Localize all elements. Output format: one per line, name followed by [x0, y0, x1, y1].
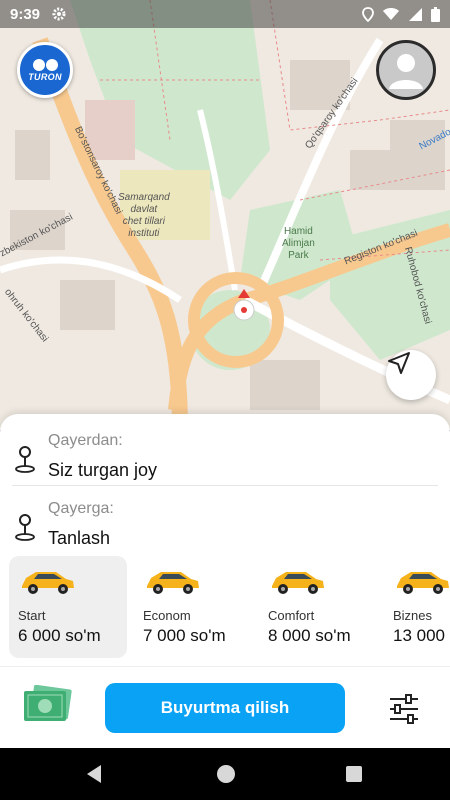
- battery-icon: [431, 6, 440, 22]
- tariff-price: 8 000 so'm: [268, 626, 351, 645]
- recents-icon[interactable]: [346, 766, 362, 782]
- location-icon: [362, 6, 374, 22]
- map-pin-icon: [15, 514, 35, 541]
- my-location-button[interactable]: [386, 350, 436, 400]
- system-nav-bar: [0, 748, 450, 800]
- tariff-start[interactable]: Start 6 000 so'm: [9, 556, 127, 658]
- status-time: 9:39: [10, 5, 41, 23]
- tariff-price: 13 000 so'm: [393, 626, 450, 645]
- home-icon[interactable]: [217, 765, 235, 783]
- filter-sliders-icon[interactable]: [386, 693, 422, 725]
- pickup-field[interactable]: Qayerdan: Siz turgan joy: [0, 420, 450, 490]
- destination-field[interactable]: Qayerga: Tanlash: [0, 488, 450, 558]
- divider: [12, 485, 438, 486]
- map-view[interactable]: Bo'stonsaroy ko'chasi zbekiston ko'chasi…: [0, 0, 450, 430]
- app-logo[interactable]: TURON: [17, 42, 73, 98]
- back-icon[interactable]: [85, 764, 103, 784]
- tariff-name: Comfort: [268, 608, 315, 623]
- profile-avatar-button[interactable]: [376, 40, 436, 100]
- map-pin-icon: [15, 446, 35, 473]
- status-bar: 9:39: [0, 0, 450, 28]
- tariff-econom[interactable]: Econom 7 000 so'm: [134, 556, 252, 658]
- tariff-name: Biznes: [393, 608, 433, 623]
- taxi-car-icon: [272, 572, 324, 594]
- tariff-name: Start: [18, 608, 46, 623]
- gear-icon: [52, 7, 66, 21]
- pickup-value: Siz turgan joy: [48, 460, 158, 480]
- poi-label: Hamid Alimjan Park: [282, 226, 315, 261]
- destination-label: Qayerga:: [48, 500, 114, 517]
- tariff-comfort[interactable]: Comfort 8 000 so'm: [259, 556, 377, 658]
- navigation-arrow-icon: [388, 352, 410, 374]
- signal-icon: [409, 7, 422, 21]
- taxi-car-icon: [397, 572, 449, 594]
- destination-value: Tanlash: [48, 528, 111, 548]
- cash-icon[interactable]: [22, 685, 74, 725]
- poi-label: Samarqand davlat chet tillari instituti: [118, 192, 170, 239]
- logo-text: TURON: [28, 71, 62, 82]
- tariff-name: Econom: [143, 608, 191, 623]
- tariff-biznes[interactable]: Biznes 13 000 so'm: [384, 556, 450, 658]
- wifi-icon: [383, 8, 399, 20]
- taxi-car-icon: [22, 572, 74, 594]
- order-sheet: Qayerdan: Siz turgan joy Qayerga: Tanlas…: [0, 414, 450, 748]
- taxi-car-icon: [147, 572, 199, 594]
- pickup-label: Qayerdan:: [48, 432, 123, 449]
- user-avatar-icon: [389, 54, 423, 89]
- order-button[interactable]: Buyurtma qilish: [105, 683, 345, 733]
- action-bar: Buyurtma qilish: [0, 666, 450, 748]
- tariff-price: 7 000 so'm: [143, 626, 226, 645]
- tariff-price: 6 000 so'm: [18, 626, 101, 645]
- tariff-list[interactable]: Start 6 000 so'm Econom 7 000 so'm Comfo…: [0, 556, 450, 660]
